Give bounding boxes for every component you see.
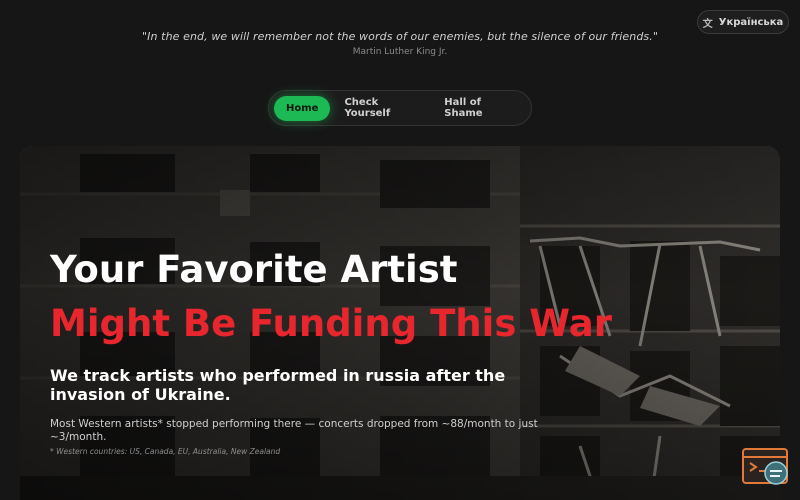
nav-home[interactable]: Home — [274, 95, 331, 121]
help-chat-icon[interactable] — [742, 448, 790, 486]
quote-block: "In the end, we will remember not the wo… — [0, 30, 800, 57]
hero-title-line2: Might Be Funding This War — [50, 302, 612, 345]
quote-author: Martin Luther King Jr. — [352, 47, 448, 57]
hero-section: Your Favorite Artist Might Be Funding Th… — [20, 146, 780, 500]
quote-text: "In the end, we will remember not the wo… — [141, 30, 658, 43]
nav-hall-of-shame[interactable]: Hall of Shame — [432, 96, 526, 121]
hero-title-line1: Your Favorite Artist — [50, 248, 458, 291]
main-nav: Home Check Yourself Hall of Shame — [268, 90, 532, 126]
hero-footnote: * Western countries: US, Canada, EU, Aus… — [50, 447, 281, 456]
language-label: Українська — [718, 16, 784, 28]
hero-description: Most Western artists* stopped performing… — [50, 418, 538, 443]
nav-check-yourself[interactable]: Check Yourself — [332, 96, 430, 121]
hero-content: Your Favorite Artist Might Be Funding Th… — [50, 246, 612, 456]
translate-icon: 文 — [702, 18, 713, 30]
hero-subtitle: We track artists who performed in russia… — [50, 366, 506, 404]
